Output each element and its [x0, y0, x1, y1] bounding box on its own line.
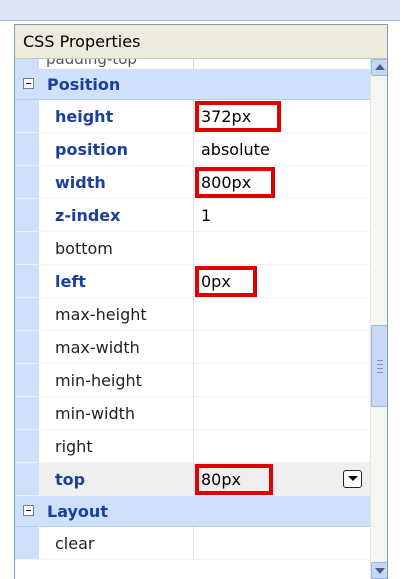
property-row-clear[interactable]: clear	[15, 527, 370, 560]
column-divider	[193, 133, 194, 165]
property-name: z-index	[55, 206, 121, 225]
category-layout[interactable]: Layout	[15, 496, 370, 527]
property-name: max-width	[55, 338, 140, 357]
property-name: bottom	[55, 239, 113, 258]
highlight-box	[195, 464, 273, 495]
column-divider	[193, 430, 194, 462]
column-divider	[193, 397, 194, 429]
property-row-min-height[interactable]: min-height	[15, 364, 370, 397]
grip-line	[377, 372, 383, 373]
property-row-max-height[interactable]: max-height	[15, 298, 370, 331]
grip-line	[377, 364, 383, 365]
property-name: clear	[55, 534, 95, 553]
property-grid: Position height 372px position absolute …	[15, 69, 370, 560]
scroll-up-icon[interactable]	[371, 59, 387, 76]
collapse-icon[interactable]	[23, 505, 34, 516]
highlight-box	[195, 101, 281, 132]
row-gutter	[15, 133, 39, 165]
partial-property-row[interactable]: padding-top	[15, 59, 370, 69]
panel-header: CSS Properties	[15, 25, 387, 59]
property-name: padding-top	[46, 59, 137, 68]
property-name: top	[55, 470, 86, 489]
property-row-right[interactable]: right	[15, 430, 370, 463]
collapse-icon[interactable]	[23, 78, 34, 89]
column-divider	[193, 463, 194, 495]
highlight-box	[195, 167, 275, 198]
column-divider	[193, 331, 194, 363]
column-divider	[193, 232, 194, 264]
property-row-min-width[interactable]: min-width	[15, 397, 370, 430]
css-properties-panel: CSS Properties padding-top Position heig…	[14, 24, 388, 579]
category-label: Layout	[47, 502, 108, 521]
row-gutter	[15, 100, 39, 132]
grip-line	[377, 360, 383, 361]
row-gutter	[15, 463, 39, 495]
property-value[interactable]: 1	[201, 199, 211, 232]
row-gutter	[15, 527, 39, 559]
property-row-top[interactable]: top 80px	[15, 463, 370, 496]
row-gutter	[15, 364, 39, 396]
column-divider	[193, 59, 194, 69]
column-divider	[193, 199, 194, 231]
property-row-width[interactable]: width 800px	[15, 166, 370, 199]
column-divider	[193, 265, 194, 297]
scroll-thumb[interactable]	[371, 325, 387, 407]
property-row-bottom[interactable]: bottom	[15, 232, 370, 265]
property-row-height[interactable]: height 372px	[15, 100, 370, 133]
property-name: left	[55, 272, 86, 291]
css-properties-window: CSS Properties padding-top Position heig…	[0, 0, 400, 579]
category-label: Position	[47, 75, 121, 94]
row-gutter	[15, 331, 39, 363]
category-position[interactable]: Position	[15, 69, 370, 100]
property-row-left[interactable]: left 0px	[15, 265, 370, 298]
property-name: min-width	[55, 404, 136, 423]
row-gutter	[15, 166, 39, 198]
column-divider	[193, 298, 194, 330]
dropdown-arrow-icon[interactable]	[343, 470, 362, 488]
vertical-scrollbar[interactable]	[370, 59, 387, 579]
property-name: min-height	[55, 371, 142, 390]
grip-line	[377, 368, 383, 369]
property-name: max-height	[55, 305, 147, 324]
row-gutter	[15, 59, 39, 69]
scroll-down-icon[interactable]	[371, 562, 387, 579]
property-name: height	[55, 107, 114, 126]
row-gutter	[15, 232, 39, 264]
property-row-position[interactable]: position absolute	[15, 133, 370, 166]
window-top-edge	[0, 0, 400, 21]
property-value[interactable]: absolute	[201, 133, 270, 166]
property-name: width	[55, 173, 106, 192]
property-name: right	[55, 437, 93, 456]
row-gutter	[15, 298, 39, 330]
row-gutter	[15, 397, 39, 429]
highlight-box	[195, 266, 257, 297]
property-row-z-index[interactable]: z-index 1	[15, 199, 370, 232]
row-gutter	[15, 199, 39, 231]
column-divider	[193, 527, 194, 559]
property-row-max-width[interactable]: max-width	[15, 331, 370, 364]
column-divider	[193, 166, 194, 198]
column-divider	[193, 100, 194, 132]
column-divider	[193, 364, 194, 396]
property-name: position	[55, 140, 128, 159]
row-gutter	[15, 430, 39, 462]
row-gutter	[15, 265, 39, 297]
